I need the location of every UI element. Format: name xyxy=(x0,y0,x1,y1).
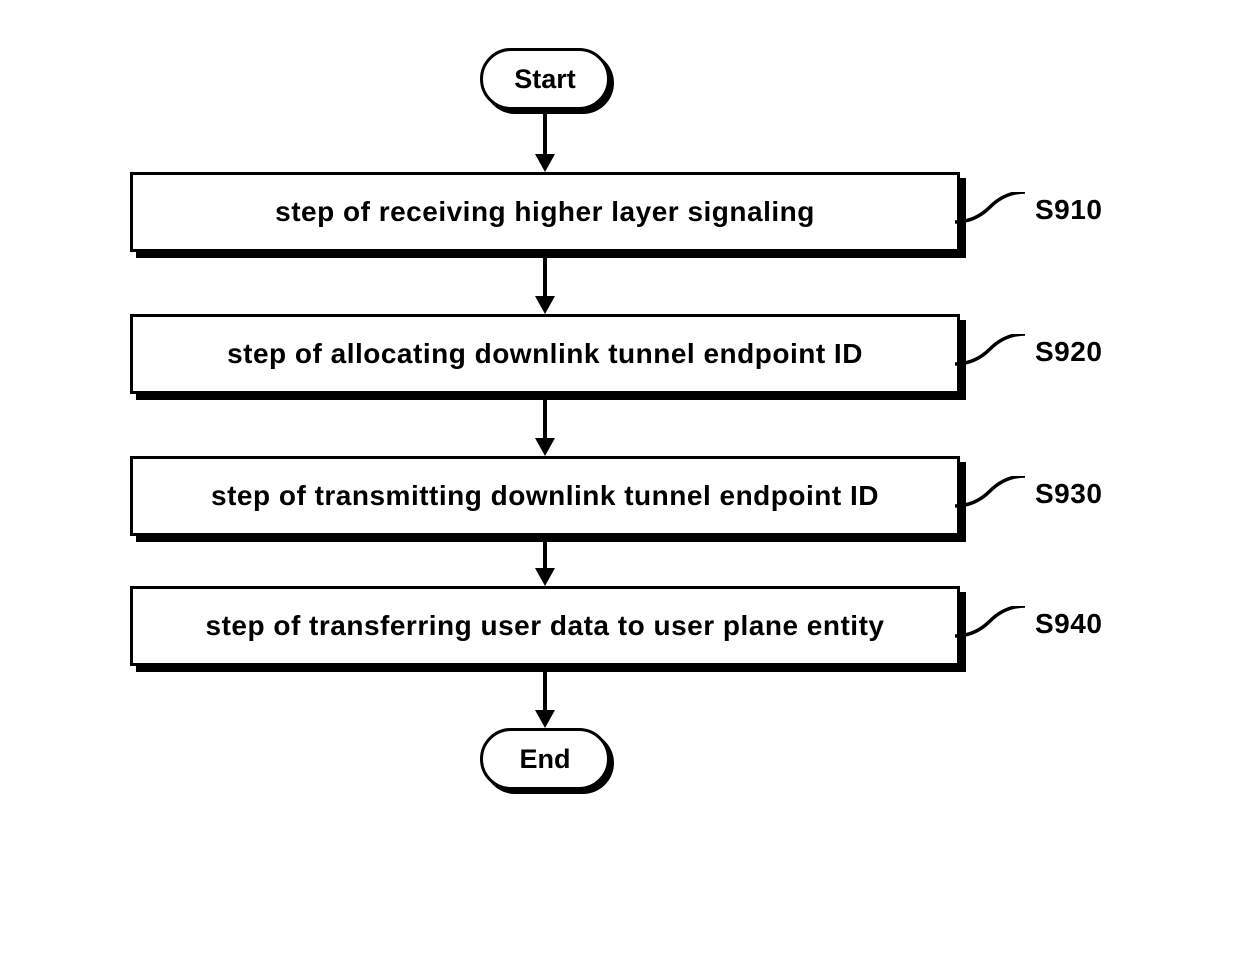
arrow-s940-to-end xyxy=(130,666,960,728)
label-connector-s930: S930 xyxy=(960,456,1110,536)
process-s930: step of transmitting downlink tunnel end… xyxy=(130,456,960,536)
label-connector-s920: S920 xyxy=(960,314,1110,394)
arrow-s920-to-s930 xyxy=(130,394,960,456)
arrow-s930-to-s940 xyxy=(130,536,960,586)
process-text: step of allocating downlink tunnel endpo… xyxy=(227,338,863,370)
step-label: S940 xyxy=(1035,608,1102,640)
arrow-s910-to-s920 xyxy=(130,252,960,314)
step-label: S920 xyxy=(1035,336,1102,368)
process-s940: step of transferring user data to user p… xyxy=(130,586,960,666)
process-s920: step of allocating downlink tunnel endpo… xyxy=(130,314,960,394)
step-label: S910 xyxy=(1035,194,1102,226)
process-text: step of receiving higher layer signaling xyxy=(275,196,815,228)
process-text: step of transmitting downlink tunnel end… xyxy=(211,480,879,512)
start-terminal: Start xyxy=(480,48,610,110)
flowchart: Start step of receiving higher layer sig… xyxy=(130,48,1110,790)
end-label: End xyxy=(520,744,571,775)
end-terminal: End xyxy=(480,728,610,790)
process-text: step of transferring user data to user p… xyxy=(206,610,885,642)
step-label: S930 xyxy=(1035,478,1102,510)
process-s910: step of receiving higher layer signaling xyxy=(130,172,960,252)
arrow-start-to-s910 xyxy=(130,110,960,172)
label-connector-s910: S910 xyxy=(960,172,1110,252)
start-label: Start xyxy=(514,64,576,95)
label-connector-s940: S940 xyxy=(960,586,1110,666)
